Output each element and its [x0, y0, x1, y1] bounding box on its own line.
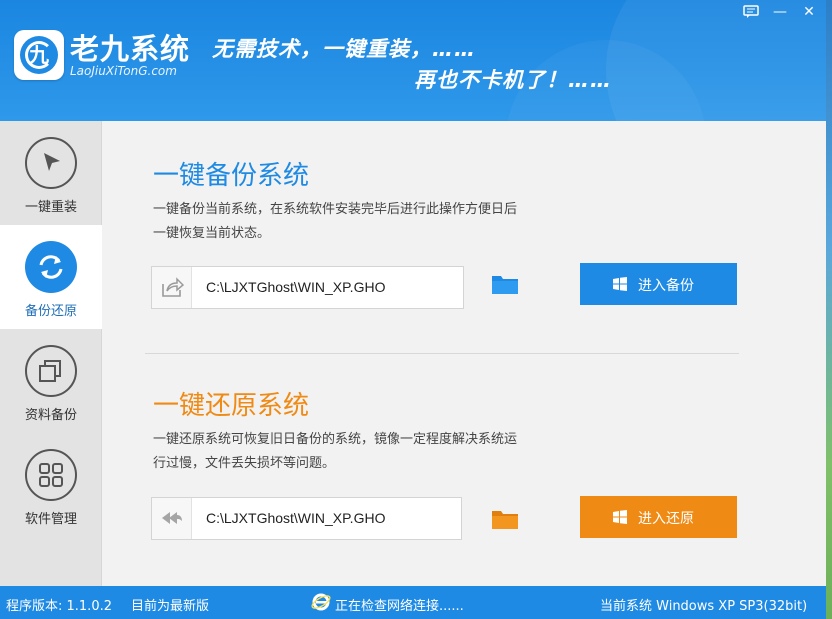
sync-arrows-icon: [39, 255, 63, 279]
rewind-arrow-icon: [162, 512, 182, 524]
app-logo: 九: [14, 30, 64, 80]
backup-path-text: C:\LJXTGhost\WIN_XP.GHO: [206, 279, 386, 295]
sidebar-item-label: 一键重装: [24, 200, 77, 215]
backup-path-field[interactable]: C:\LJXTGhost\WIN_XP.GHO: [151, 266, 464, 309]
share-arrow-icon: [162, 277, 184, 297]
sidebar-item-label: 资料备份: [24, 408, 77, 423]
update-status: 目前为最新版: [131, 599, 210, 614]
enter-backup-label: 进入备份: [638, 278, 694, 294]
logo-letter: 九: [29, 43, 49, 67]
brand-subtitle: LaoJiuXiTonG.com: [70, 64, 177, 78]
restore-title: 一键还原系统: [153, 391, 310, 421]
restore-path-field[interactable]: C:\LJXTGhost\WIN_XP.GHO: [151, 497, 462, 540]
sidebar-item-software[interactable]: 软件管理: [0, 433, 102, 537]
sidebar-item-label: 备份还原: [24, 304, 77, 319]
enter-restore-label: 进入还原: [638, 511, 694, 527]
slogan-line-2: 再也不卡机了！……: [414, 68, 612, 92]
header-banner: 九 老九系统 LaoJiuXiTonG.com 无需技术，一键重装，…… 再也不…: [0, 0, 826, 121]
windows-logo-icon: [613, 510, 627, 524]
sidebar: 一键重装 备份还原 资料备份 软件管理: [0, 121, 102, 586]
folder-icon[interactable]: [491, 508, 519, 530]
backup-description: 一键备份当前系统，在系统软件安装完毕后进行此操作方便日后一键恢复当前状态。: [153, 202, 518, 241]
grid-apps-icon: [39, 463, 63, 487]
slogan-line-1: 无需技术，一键重装，……: [212, 37, 476, 61]
cursor-arrow-icon: [44, 153, 60, 171]
ie-browser-icon: [311, 593, 331, 611]
status-bar: 程序版本: 1.1.0.2 目前为最新版 正在检查网络连接...... 当前系统…: [0, 586, 826, 619]
minimize-icon: —: [773, 4, 787, 20]
feedback-button[interactable]: [737, 0, 765, 24]
minimize-button[interactable]: —: [766, 0, 794, 24]
sidebar-item-reinstall[interactable]: 一键重装: [0, 121, 102, 225]
close-icon: ✕: [803, 4, 815, 20]
desktop-background-edge: [826, 0, 832, 619]
sidebar-item-label: 软件管理: [24, 512, 77, 527]
windows-logo-icon: [613, 277, 627, 291]
restore-description: 一键还原系统可恢复旧日备份的系统，镜像一定程度解决系统运行过慢，文件丢失损坏等问…: [153, 432, 518, 471]
section-divider: [145, 353, 739, 354]
current-system: 当前系统 Windows XP SP3(32bit): [600, 599, 808, 614]
backup-title: 一键备份系统: [153, 161, 310, 191]
network-status: 正在检查网络连接......: [335, 599, 464, 614]
sidebar-item-backup-restore[interactable]: 备份还原: [0, 225, 102, 329]
close-button[interactable]: ✕: [795, 0, 823, 24]
app-window: 九 老九系统 LaoJiuXiTonG.com 无需技术，一键重装，…… 再也不…: [0, 0, 826, 619]
restore-path-text: C:\LJXTGhost\WIN_XP.GHO: [206, 510, 386, 526]
copy-squares-icon: [39, 360, 61, 382]
enter-backup-button[interactable]: 进入备份: [580, 263, 737, 305]
chat-icon: [743, 5, 759, 18]
main-content: 一键备份系统 一键备份当前系统，在系统软件安装完毕后进行此操作方便日后一键恢复当…: [103, 121, 826, 586]
folder-icon[interactable]: [491, 273, 519, 295]
program-version: 程序版本: 1.1.0.2: [6, 599, 112, 614]
enter-restore-button[interactable]: 进入还原: [580, 496, 737, 538]
sidebar-item-data-backup[interactable]: 资料备份: [0, 329, 102, 433]
brand-title: 老九系统: [70, 32, 191, 66]
